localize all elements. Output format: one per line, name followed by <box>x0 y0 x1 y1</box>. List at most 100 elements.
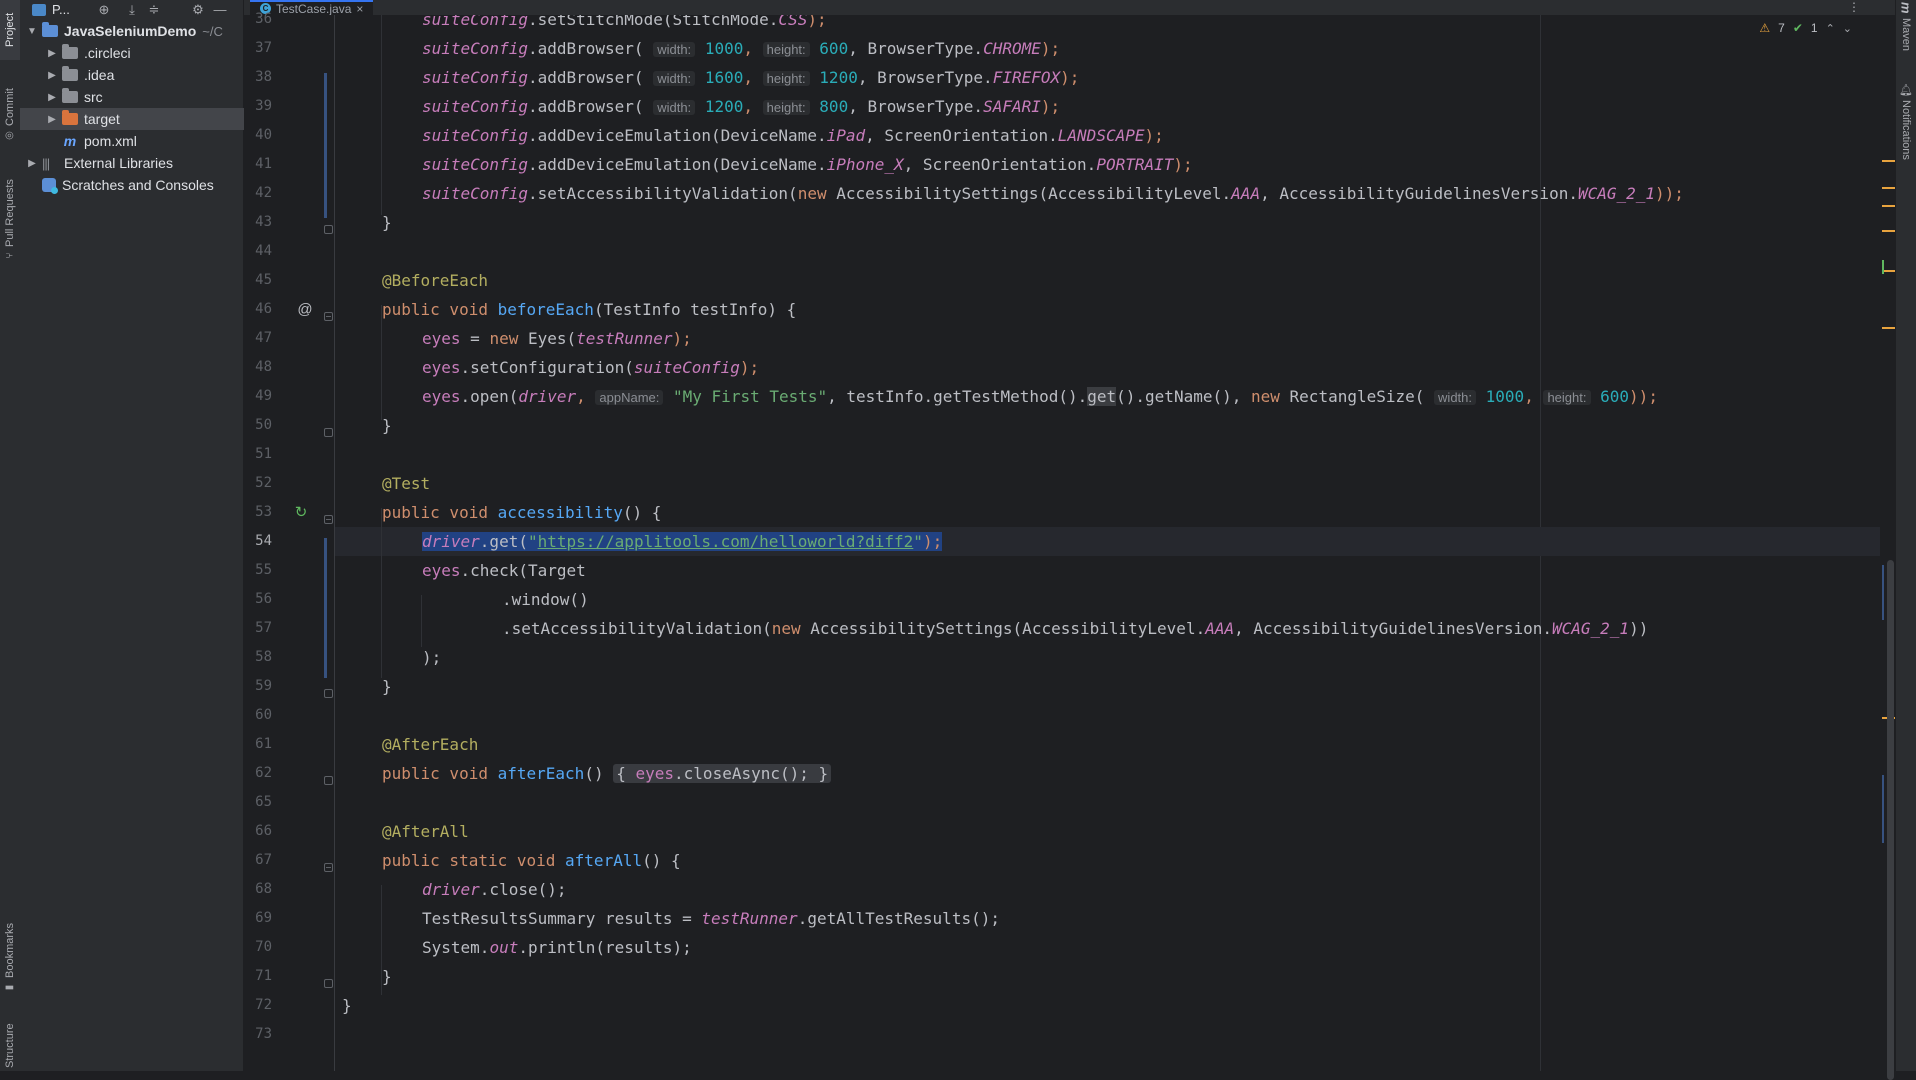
tree-item-target[interactable]: ▶ target <box>20 108 269 130</box>
code-line: public void afterEach() { eyes.closeAsyn… <box>382 759 832 788</box>
tree-item-root[interactable]: ▼ JavaSeleniumDemo ~/C <box>20 20 249 42</box>
chevron-right-icon[interactable]: ▶ <box>46 114 58 125</box>
scrollbar-thumb[interactable] <box>1887 560 1894 1080</box>
code-line: public static void afterAll() { <box>382 851 681 870</box>
gear-icon[interactable]: ⚙ <box>190 2 206 18</box>
warning-marker[interactable] <box>1882 205 1896 207</box>
folder-icon <box>62 88 78 103</box>
code-line: ); <box>422 648 442 667</box>
commit-icon: ◎ <box>4 130 16 142</box>
line-number: 49 <box>255 388 272 404</box>
editor-gutter: 36 37 38 39 40 41 42 43 44 45 46 47 48 4… <box>244 11 335 1071</box>
chevron-right-icon[interactable]: ▶ <box>46 48 58 59</box>
tool-tab-bookmarks[interactable]: ▮ Bookmarks <box>0 910 20 1005</box>
line-number: 41 <box>255 156 272 172</box>
vcs-stripe-marker[interactable] <box>1882 565 1884 620</box>
folded-region[interactable]: { eyes.closeAsync(); } <box>613 764 832 783</box>
warning-marker[interactable] <box>1882 270 1896 272</box>
code-line: suiteConfig.setStitchMode(StitchMode.CSS… <box>422 15 827 29</box>
run-icon[interactable]: ↻ <box>292 498 310 527</box>
warning-marker[interactable] <box>1882 230 1896 232</box>
code-line: @AfterAll <box>382 822 469 841</box>
check-icon: ✔ <box>1792 21 1803 35</box>
parameter-hint: width: <box>653 100 696 115</box>
warning-marker[interactable] <box>1882 327 1896 329</box>
vcs-stripe-marker[interactable] <box>1882 260 1884 274</box>
folder-icon <box>62 66 78 81</box>
warning-marker[interactable] <box>1882 187 1896 189</box>
editor-tab-bar: C TestCase.java × ⋮ <box>244 0 1896 16</box>
tool-tab-pull-requests[interactable]: ⑂ Pull Requests <box>0 165 20 275</box>
parameter-hint: height: <box>1543 390 1591 405</box>
code-line: } <box>382 967 392 986</box>
tree-item-pom[interactable]: m pom.xml <box>20 130 281 152</box>
tree-item-circleci[interactable]: ▶ .circleci <box>20 42 269 64</box>
close-icon[interactable]: × <box>356 2 363 16</box>
tool-tab-commit[interactable]: ◎ Commit <box>0 80 20 150</box>
right-tool-stripe: m Maven 🔔︎ Notifications <box>1895 0 1916 1071</box>
line-number: 39 <box>255 98 272 114</box>
pull-request-icon: ⑂ <box>5 250 15 262</box>
fold-marker[interactable] <box>324 863 333 872</box>
line-number: 62 <box>255 765 272 781</box>
code-line: } <box>382 213 392 232</box>
fold-marker[interactable] <box>324 515 333 524</box>
line-number: 47 <box>255 330 272 346</box>
chevron-down-icon[interactable]: ▼ <box>26 26 38 37</box>
indent-guide <box>381 508 382 678</box>
tree-item-scratches[interactable]: Scratches and Consoles <box>20 174 261 196</box>
line-number: 36 <box>255 11 272 27</box>
tool-tab-notifications[interactable]: 🔔︎ Notifications <box>1896 82 1916 182</box>
vcs-change-marker[interactable] <box>324 73 327 218</box>
line-number: 46 <box>255 301 272 317</box>
chevron-right-icon[interactable]: ▶ <box>26 158 38 169</box>
parameter-hint: height: <box>762 42 810 57</box>
project-panel-title[interactable]: P... <box>52 2 70 17</box>
fold-marker[interactable] <box>324 312 333 321</box>
fold-marker[interactable] <box>324 428 333 437</box>
code-line: suiteConfig.addBrowser( width: 1600, hei… <box>422 68 1080 87</box>
warning-marker[interactable] <box>1882 160 1896 162</box>
code-line: TestResultsSummary results = testRunner.… <box>422 909 1000 928</box>
project-panel: P... ⊕ ⤓ ≑ ⚙ — ▼ JavaSeleniumDemo ~/C ▶ … <box>20 0 269 1071</box>
override-icon[interactable]: @ <box>296 295 314 324</box>
vcs-stripe-marker[interactable] <box>1882 775 1884 843</box>
url-link[interactable]: https://applitools.com/helloworld?diff2 <box>538 532 914 551</box>
tool-tab-structure[interactable]: Structure <box>0 1020 20 1071</box>
tool-tab-project[interactable]: Project <box>0 0 20 60</box>
code-line: public void beforeEach(TestInfo testInfo… <box>382 300 797 319</box>
line-number: 65 <box>255 794 272 810</box>
hide-icon[interactable]: — <box>212 2 228 18</box>
parameter-hint: width: <box>653 42 696 57</box>
line-number: 68 <box>255 881 272 897</box>
more-tabs-icon[interactable]: ⋮ <box>1848 0 1860 14</box>
maven-icon: m <box>1898 2 1914 14</box>
tree-item-idea[interactable]: ▶ .idea <box>20 64 269 86</box>
fold-marker[interactable] <box>324 225 333 234</box>
code-line: suiteConfig.addBrowser( width: 1200, hei… <box>422 97 1061 116</box>
tree-item-external-libraries[interactable]: ▶ ||| External Libraries <box>20 152 249 174</box>
expand-all-icon[interactable]: ⤓ <box>124 2 140 18</box>
fold-marker[interactable] <box>324 979 333 988</box>
code-editor[interactable]: ⚠ 7 ✔ 1 ⌃ ⌄ suiteConfig.setStitchMode(St… <box>335 15 1880 1071</box>
fold-marker[interactable] <box>324 689 333 698</box>
line-number: 71 <box>255 968 272 984</box>
inspection-widget[interactable]: ⚠ 7 ✔ 1 ⌃ ⌄ <box>1759 21 1852 35</box>
chevron-right-icon[interactable]: ▶ <box>46 92 58 103</box>
bell-icon: 🔔︎ <box>1899 82 1912 96</box>
code-line: @Test <box>382 474 431 493</box>
tool-tab-maven[interactable]: m Maven <box>1896 2 1916 62</box>
tree-item-src[interactable]: ▶ src <box>20 86 269 108</box>
chevron-up-icon[interactable]: ⌃ <box>1826 22 1835 35</box>
chevron-right-icon[interactable]: ▶ <box>46 70 58 81</box>
line-number: 70 <box>255 939 272 955</box>
code-line: eyes = new Eyes(testRunner); <box>422 329 692 348</box>
locate-icon[interactable]: ⊕ <box>96 2 112 18</box>
chevron-down-icon[interactable]: ⌄ <box>1843 22 1852 35</box>
collapse-all-icon[interactable]: ≑ <box>146 2 162 18</box>
line-number: 42 <box>255 185 272 201</box>
vcs-change-marker[interactable] <box>324 538 327 678</box>
warning-icon: ⚠ <box>1759 21 1771 35</box>
parameter-hint: height: <box>762 100 810 115</box>
fold-marker[interactable] <box>324 776 333 785</box>
